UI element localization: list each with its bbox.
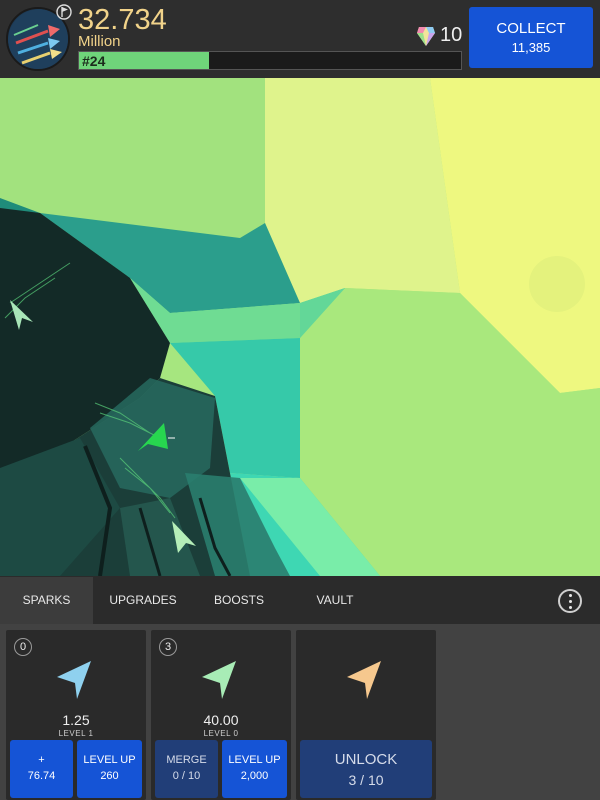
button-label: MERGE — [166, 754, 207, 766]
spark-level: LEVEL 0 — [203, 729, 239, 738]
spark-card: 3 40.00 LEVEL 0 MERGE 0 / 10 LEVEL UP 2,… — [151, 630, 291, 800]
merge-button[interactable]: MERGE 0 / 10 — [155, 740, 218, 798]
unlock-button[interactable]: UNLOCK 3 / 10 — [300, 740, 432, 798]
collect-label: COLLECT — [496, 20, 566, 37]
rank-flag-icon — [56, 4, 72, 20]
tab-upgrades[interactable]: UPGRADES — [93, 577, 193, 624]
button-cost: 76.74 — [27, 770, 56, 782]
spark-value: 1.25 — [62, 712, 90, 728]
score-unit: Million — [78, 33, 121, 50]
rank-label: #24 — [82, 53, 106, 69]
top-bar: 32.734 Million #24 10 COLLECT 11,385 — [0, 0, 600, 78]
score-value: 32.734 — [78, 4, 167, 36]
tab-sparks[interactable]: SPARKS — [0, 577, 93, 624]
spark-level: LEVEL 1 — [58, 729, 94, 738]
gem-icon — [417, 27, 435, 46]
spark-card: 0 1.25 LEVEL 1 + 76.74 LEVEL UP 260 — [6, 630, 146, 800]
game-playfield[interactable] — [0, 78, 600, 576]
level-up-button[interactable]: LEVEL UP 2,000 — [222, 740, 287, 798]
tab-vault[interactable]: VAULT — [285, 577, 385, 624]
spark-count: 0 — [14, 638, 32, 656]
rank-progress-bar: #24 — [78, 51, 462, 70]
add-spark-button[interactable]: + 76.74 — [10, 740, 73, 798]
button-progress: 3 / 10 — [348, 772, 384, 788]
button-progress: 0 / 10 — [172, 770, 201, 782]
tab-bar: SPARKS UPGRADES BOOSTS VAULT — [0, 577, 600, 624]
tab-boosts[interactable]: BOOSTS — [193, 577, 285, 624]
voronoi-field — [0, 78, 600, 576]
button-label: UNLOCK — [334, 751, 398, 768]
spark-arrow-icon — [202, 661, 236, 699]
gem-count: 10 — [440, 24, 463, 46]
button-cost: 2,000 — [240, 770, 269, 782]
spark-count: 3 — [159, 638, 177, 656]
button-label: + — [38, 754, 45, 766]
sparks-panel: 0 1.25 LEVEL 1 + 76.74 LEVEL UP 260 3 40… — [0, 624, 600, 800]
button-label: LEVEL UP — [228, 754, 281, 766]
button-label: LEVEL UP — [83, 754, 136, 766]
spark-arrow-icon — [347, 661, 381, 699]
button-cost: 260 — [100, 770, 119, 782]
more-options-icon[interactable] — [558, 589, 582, 613]
collect-value: 11,385 — [511, 40, 551, 55]
cell-yellow-1 — [265, 78, 460, 303]
spark-value: 40.00 — [203, 712, 239, 728]
level-up-button[interactable]: LEVEL UP 260 — [77, 740, 142, 798]
locked-spark-card: UNLOCK 3 / 10 — [296, 630, 436, 800]
spark-arrow-icon — [57, 661, 91, 699]
collect-button[interactable]: COLLECT 11,385 — [469, 7, 593, 68]
touch-ripple — [529, 256, 585, 312]
